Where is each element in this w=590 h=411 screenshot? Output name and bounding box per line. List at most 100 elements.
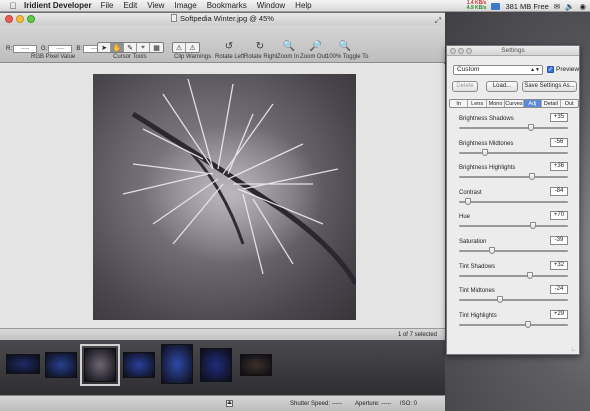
zoom-in-icon[interactable]: 🔍 — [280, 39, 298, 53]
wifi-icon[interactable]: ◉ — [579, 2, 586, 11]
slider-knob[interactable] — [526, 271, 533, 279]
aperture: Aperture: ----- — [355, 401, 392, 407]
memory-icon[interactable] — [491, 2, 501, 10]
rotate-right-icon[interactable]: ↻ — [251, 39, 269, 53]
slider-value-field[interactable]: +35 — [550, 113, 568, 122]
slider-knob[interactable] — [497, 296, 504, 304]
tab-in[interactable]: In — [450, 100, 469, 107]
zoom-button[interactable] — [27, 15, 35, 23]
zoom-out-button[interactable]: Zoom Out — [300, 54, 327, 60]
eject-icon[interactable]: ⏏ — [226, 400, 233, 407]
delete-button[interactable]: Delete — [452, 81, 478, 92]
settings-minimize-button[interactable] — [458, 48, 464, 54]
slider-value-field[interactable]: +70 — [550, 211, 568, 221]
preview-checkbox[interactable]: ✓ Preview — [547, 66, 579, 73]
rotate-left-icon[interactable]: ↺ — [220, 39, 238, 53]
network-monitor[interactable]: 1.4 KB/s 4.9 KB/s — [467, 1, 487, 11]
rotate-right-button[interactable]: Rotate Right — [244, 54, 277, 60]
tab-lens[interactable]: Lens — [468, 100, 487, 107]
grid-tool-icon[interactable]: ▦ — [150, 43, 163, 52]
apple-icon[interactable]:  — [6, 1, 20, 11]
checkmark-icon[interactable]: ✓ — [547, 66, 554, 73]
slider-knob[interactable] — [530, 222, 537, 230]
slider-value-field[interactable]: +36 — [550, 162, 568, 172]
toggle-100-icon[interactable]: 🔍 — [336, 39, 354, 53]
hand-tool-icon[interactable]: ✋ — [111, 43, 124, 52]
crop-tool-icon[interactable]: ⌖ — [137, 43, 150, 52]
memory-free[interactable]: 381 MB Free — [505, 2, 548, 11]
volume-icon[interactable]: 🔈 — [565, 2, 574, 11]
close-button[interactable] — [5, 15, 13, 23]
shutter-speed: Shutter Speed: ----- — [290, 401, 342, 407]
clip-warning-low-icon[interactable]: ⚠ — [173, 43, 186, 52]
tab-detail[interactable]: Detail — [542, 100, 561, 107]
slider-value-field[interactable]: -84 — [550, 186, 568, 196]
document-icon — [171, 14, 178, 22]
photo-preview[interactable] — [93, 74, 356, 320]
slider-track[interactable] — [459, 127, 568, 129]
zoom-in-button[interactable]: Zoom In — [277, 54, 299, 60]
menu-edit[interactable]: Edit — [123, 1, 137, 10]
preset-select[interactable]: Custom ▲▼ — [453, 65, 543, 75]
rotate-left-button[interactable]: Rotate Left — [215, 54, 244, 60]
slider-knob[interactable] — [529, 173, 536, 181]
window-title: Softpedia Winter.jpg @ 45% — [180, 14, 274, 23]
resize-grip-icon[interactable]: ∟ — [571, 347, 577, 353]
thumbnail[interactable] — [200, 348, 232, 382]
slider-label: Tint Midtones — [459, 288, 495, 295]
iso: ISO: 0 — [400, 401, 418, 407]
slider-row: Brightness Midtones -56 — [447, 137, 581, 162]
slider-knob[interactable] — [482, 148, 489, 156]
menu-file[interactable]: File — [101, 1, 114, 10]
slider-knob[interactable] — [524, 320, 531, 328]
slider-track[interactable] — [459, 225, 568, 228]
load-button[interactable]: Load... — [486, 81, 518, 92]
eyedropper-tool-icon[interactable]: ✎ — [124, 43, 137, 52]
slider-knob[interactable] — [488, 246, 495, 254]
menu-bookmarks[interactable]: Bookmarks — [207, 1, 247, 10]
clip-warning-high-icon[interactable]: ⚠ — [186, 43, 199, 52]
window-titlebar[interactable]: Softpedia Winter.jpg @ 45% ⤢ — [0, 13, 445, 25]
toggle-100-button[interactable]: 100% Toggle To — [326, 54, 368, 60]
slider-value-field[interactable]: -39 — [550, 235, 568, 245]
thumbnail[interactable] — [123, 352, 155, 378]
menu-help[interactable]: Help — [295, 1, 311, 10]
save-settings-button[interactable]: Save Settings As... — [522, 81, 577, 92]
slider-track[interactable] — [459, 200, 568, 203]
menu-image[interactable]: Image — [174, 1, 196, 10]
thumbnail[interactable] — [240, 354, 272, 376]
tab-out[interactable]: Out — [561, 100, 578, 107]
tab-adj[interactable]: Adj — [523, 100, 543, 107]
filmstrip — [0, 340, 445, 395]
slider-track[interactable] — [459, 176, 568, 179]
thumbnail[interactable] — [161, 344, 193, 384]
minimize-button[interactable] — [16, 15, 24, 23]
settings-titlebar[interactable]: Settings — [447, 46, 579, 56]
selection-count: 1 of 7 selected — [397, 332, 437, 338]
menu-window[interactable]: Window — [257, 1, 285, 10]
settings-zoom-button[interactable] — [466, 48, 472, 54]
slider-value-field[interactable]: +32 — [550, 260, 568, 270]
slider-value-field[interactable]: -56 — [550, 137, 568, 147]
slider-track[interactable] — [459, 249, 568, 252]
slider-knob[interactable] — [464, 197, 471, 205]
menu-view[interactable]: View — [147, 1, 164, 10]
image-canvas[interactable] — [0, 64, 445, 328]
tab-mono[interactable]: Mono — [487, 100, 506, 107]
thumbnail[interactable] — [80, 344, 120, 386]
slider-value-field[interactable]: +29 — [550, 309, 568, 319]
zoom-out-icon[interactable]: 🔎 — [307, 39, 325, 53]
mail-icon[interactable]: ✉ — [554, 2, 560, 11]
slider-track[interactable] — [459, 151, 568, 154]
slider-knob[interactable] — [527, 124, 534, 131]
slider-track[interactable] — [459, 323, 568, 326]
menu-app-name[interactable]: Iridient Developer — [24, 1, 92, 10]
slider-value-field[interactable]: -24 — [550, 285, 568, 295]
arrow-tool-icon[interactable]: ➤ — [98, 43, 111, 52]
settings-close-button[interactable] — [450, 48, 456, 54]
tab-curves[interactable]: Curves — [505, 100, 524, 107]
thumbnail[interactable] — [6, 354, 40, 374]
slider-track[interactable] — [459, 299, 568, 302]
slider-track[interactable] — [459, 274, 568, 277]
thumbnail[interactable] — [45, 352, 77, 378]
